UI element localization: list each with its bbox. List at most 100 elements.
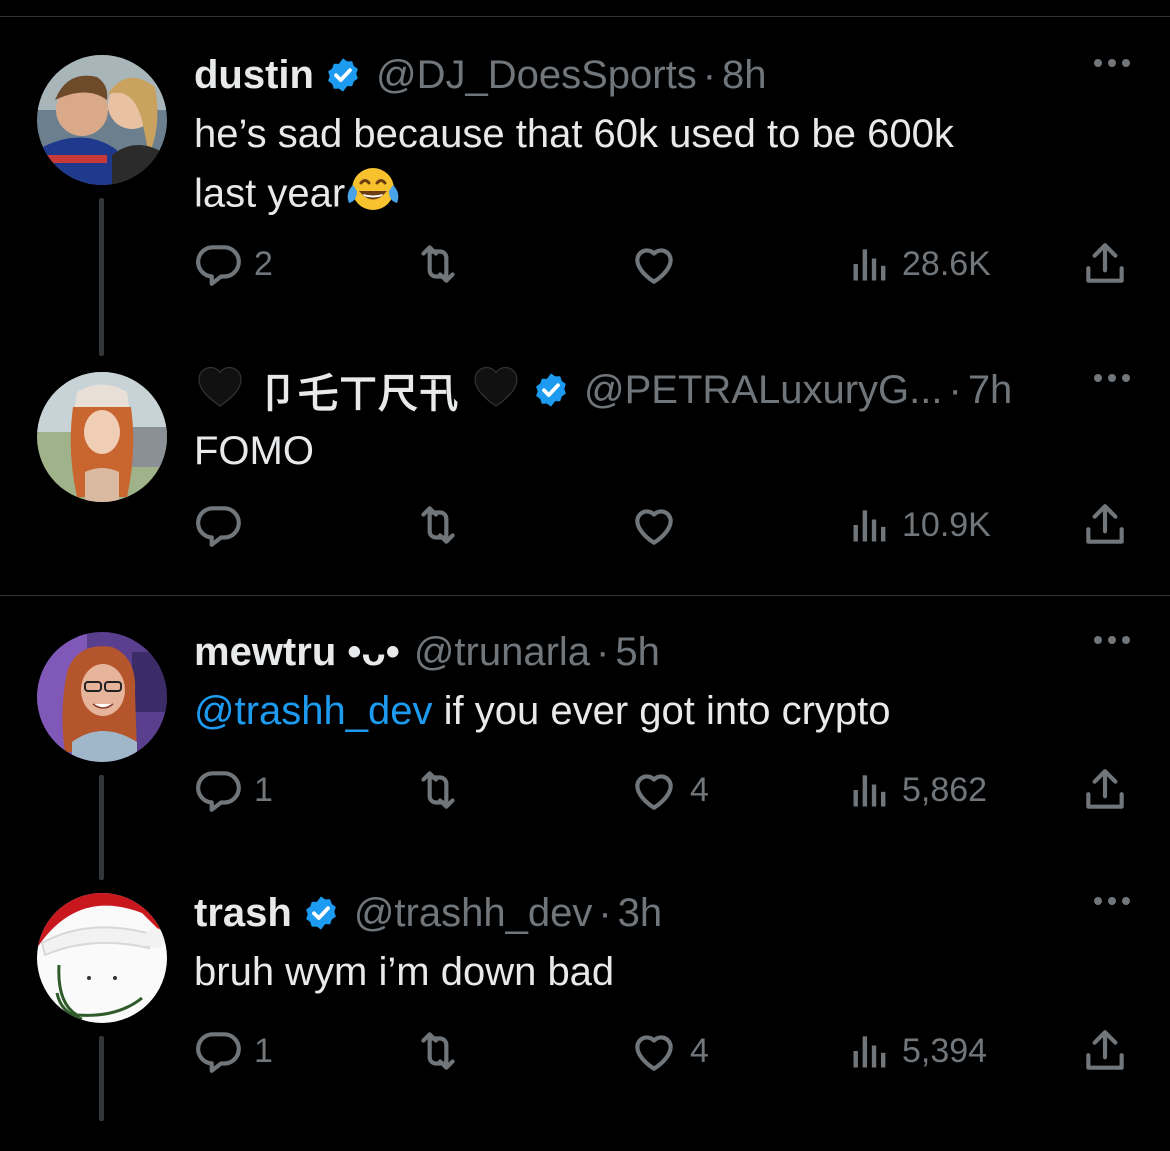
share-button[interactable] bbox=[1080, 500, 1130, 550]
reply-count: 2 bbox=[254, 244, 273, 283]
views-button[interactable]: 5,394 bbox=[848, 1026, 987, 1076]
user-handle[interactable]: @trunarla bbox=[414, 630, 590, 675]
retweet-button[interactable] bbox=[410, 500, 466, 550]
timestamp[interactable]: 7h bbox=[968, 368, 1013, 413]
reply-count: 1 bbox=[254, 770, 273, 809]
share-button[interactable] bbox=[1080, 765, 1130, 815]
avatar-photo bbox=[37, 893, 167, 1023]
views-count: 5,862 bbox=[902, 770, 988, 809]
reply-button[interactable]: 2 bbox=[194, 239, 273, 289]
retweet-button[interactable] bbox=[410, 1026, 466, 1076]
verified-badge-icon bbox=[532, 371, 570, 409]
views-count: 28.6K bbox=[902, 244, 991, 283]
timestamp[interactable]: 5h bbox=[615, 630, 660, 675]
top-divider bbox=[0, 16, 1170, 17]
tweet-text-tail: last year bbox=[194, 171, 346, 216]
views-button[interactable]: 28.6K bbox=[848, 239, 991, 289]
views-button[interactable]: 10.9K bbox=[848, 500, 991, 550]
views-count: 5,394 bbox=[902, 1031, 988, 1070]
like-icon bbox=[628, 239, 680, 289]
reply-count: 1 bbox=[254, 1031, 273, 1070]
avatar[interactable] bbox=[37, 55, 167, 185]
tweet-text-content: if you ever got into crypto bbox=[432, 689, 891, 733]
tweet-text: bruh wym i’m down bad bbox=[194, 950, 615, 994]
verified-badge-icon bbox=[302, 894, 340, 932]
tweet-header: mewtru •ᴗ• @trunarla · 5h bbox=[194, 622, 660, 682]
reply-icon bbox=[194, 239, 244, 289]
separator-dot: · bbox=[598, 890, 612, 935]
views-icon bbox=[848, 765, 892, 815]
display-name[interactable]: dustin bbox=[194, 53, 314, 98]
verified-badge-icon bbox=[324, 56, 362, 94]
tweet-text-line: last year bbox=[194, 163, 1094, 229]
separator-dot: · bbox=[702, 52, 717, 97]
tweet-text-line: he’s sad because that 60k used to be 600… bbox=[194, 112, 954, 156]
display-name-text: 卩乇ㄒ尺卂 bbox=[258, 371, 458, 417]
avatar-photo bbox=[37, 55, 167, 185]
tweet-header: dustin @DJ_DoesSports · 8h bbox=[194, 45, 767, 105]
avatar-photo bbox=[37, 372, 167, 502]
tweet-text: @trashh_dev if you ever got into crypto bbox=[194, 682, 1094, 740]
display-name[interactable]: mewtru •ᴗ• bbox=[194, 630, 400, 675]
timestamp[interactable]: 8h bbox=[722, 53, 767, 98]
avatar[interactable] bbox=[37, 893, 167, 1023]
share-button[interactable] bbox=[1080, 239, 1130, 289]
avatar[interactable] bbox=[37, 632, 167, 762]
reply-button[interactable] bbox=[194, 500, 244, 550]
mention-link[interactable]: @trashh_dev bbox=[194, 689, 433, 733]
like-count: 4 bbox=[690, 1031, 709, 1070]
tweet-actions: 1 4 5,394 bbox=[0, 1026, 1170, 1086]
display-name[interactable]: trash bbox=[194, 891, 292, 936]
more-icon[interactable] bbox=[1094, 59, 1130, 67]
timestamp[interactable]: 3h bbox=[618, 891, 663, 936]
retweet-button[interactable] bbox=[410, 239, 466, 289]
black-heart-icon bbox=[470, 362, 522, 418]
retweet-icon bbox=[410, 1026, 466, 1076]
more-icon[interactable] bbox=[1094, 897, 1130, 905]
separator-dot: · bbox=[948, 367, 962, 412]
like-button[interactable] bbox=[628, 239, 680, 289]
like-icon bbox=[628, 500, 680, 550]
user-handle[interactable]: @DJ_DoesSports bbox=[376, 53, 697, 98]
tweet-actions: 10.9K bbox=[0, 500, 1170, 560]
like-icon bbox=[628, 765, 680, 815]
share-button[interactable] bbox=[1080, 1026, 1130, 1076]
share-icon bbox=[1080, 765, 1130, 815]
retweet-button[interactable] bbox=[410, 765, 466, 815]
display-name[interactable]: 卩乇ㄒ尺卂 bbox=[194, 361, 522, 419]
views-icon bbox=[848, 500, 892, 550]
reply-button[interactable]: 1 bbox=[194, 765, 273, 815]
reply-icon bbox=[194, 1026, 244, 1076]
user-handle[interactable]: @PETRALuxuryG... bbox=[584, 368, 942, 413]
retweet-icon bbox=[410, 765, 466, 815]
like-button[interactable] bbox=[628, 500, 680, 550]
avatar[interactable] bbox=[37, 372, 167, 502]
retweet-icon bbox=[410, 239, 466, 289]
tweet-actions: 1 4 5,862 bbox=[0, 765, 1170, 825]
share-icon bbox=[1080, 500, 1130, 550]
share-icon bbox=[1080, 1026, 1130, 1076]
more-icon[interactable] bbox=[1094, 636, 1130, 644]
reply-icon bbox=[194, 765, 244, 815]
views-button[interactable]: 5,862 bbox=[848, 765, 987, 815]
like-button[interactable]: 4 bbox=[628, 1026, 709, 1076]
more-icon[interactable] bbox=[1094, 374, 1130, 382]
tweet-text: he’s sad because that 60k used to be 600… bbox=[194, 105, 1094, 229]
separator-dot: · bbox=[596, 629, 610, 674]
reply-button[interactable]: 1 bbox=[194, 1026, 273, 1076]
views-icon bbox=[848, 1026, 892, 1076]
retweet-icon bbox=[410, 500, 466, 550]
like-count: 4 bbox=[690, 770, 709, 809]
avatar-photo bbox=[37, 632, 167, 762]
tweet-text: FOMO bbox=[194, 429, 314, 473]
reply-icon bbox=[194, 500, 244, 550]
conversation-divider bbox=[0, 595, 1170, 596]
like-icon bbox=[628, 1026, 680, 1076]
views-icon bbox=[848, 239, 892, 289]
face-with-tears-of-joy-icon bbox=[345, 163, 401, 229]
user-handle[interactable]: @trashh_dev bbox=[354, 891, 593, 936]
tweet-header: trash @trashh_dev · 3h bbox=[194, 883, 662, 943]
like-button[interactable]: 4 bbox=[628, 765, 709, 815]
views-count: 10.9K bbox=[902, 505, 991, 544]
share-icon bbox=[1080, 239, 1130, 289]
